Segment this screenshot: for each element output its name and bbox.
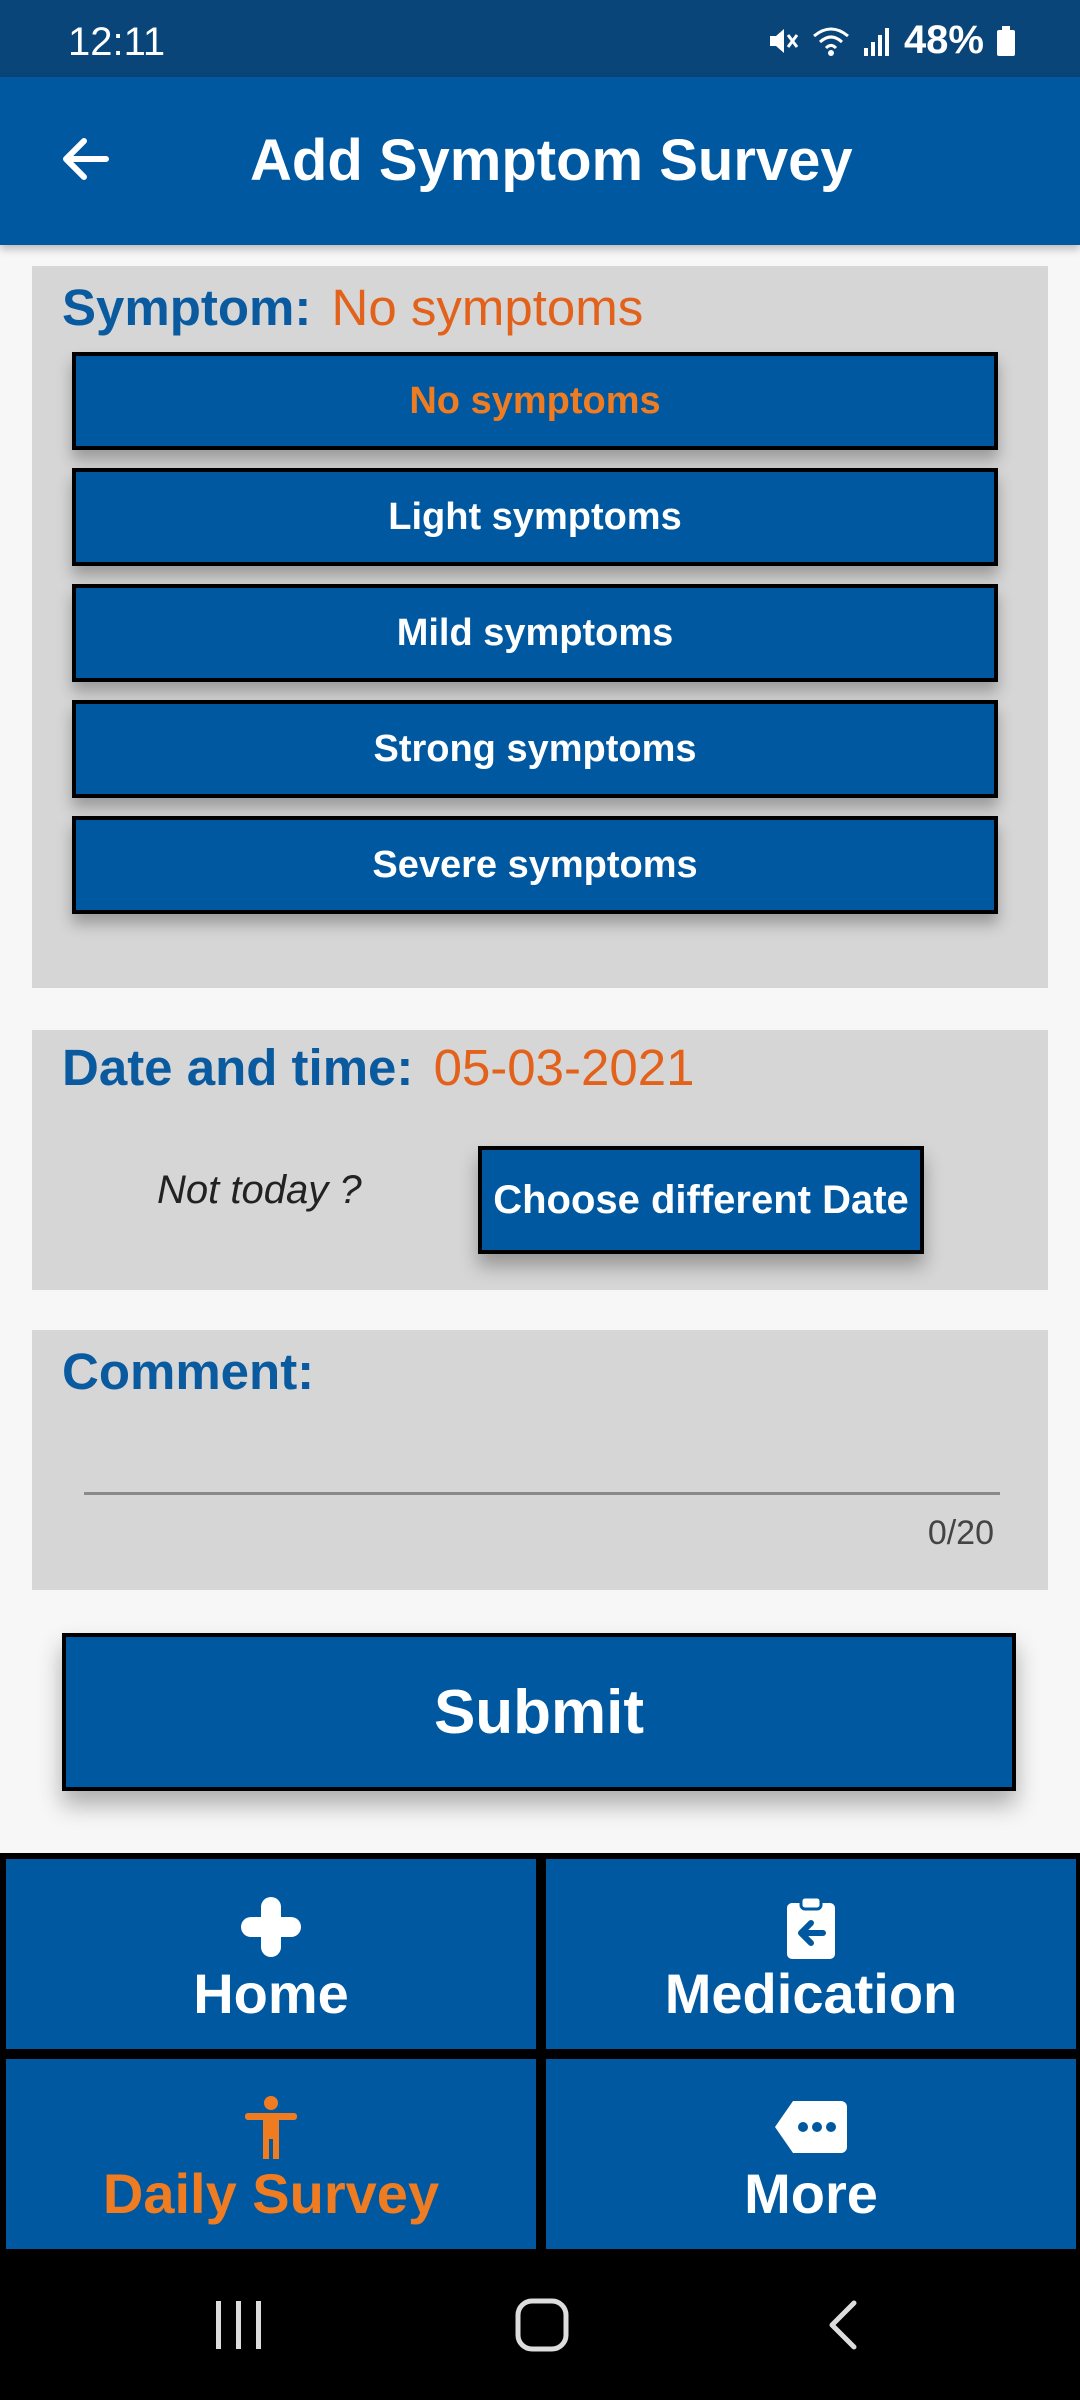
symptom-label: Symptom: [62, 279, 312, 336]
tab-more-label: More [744, 2162, 878, 2225]
battery-icon [996, 24, 1016, 58]
tab-daily-survey[interactable]: Daily Survey [6, 2059, 536, 2249]
page-title: Add Symptom Survey [250, 128, 853, 193]
choose-date-button[interactable]: Choose different Date [478, 1146, 924, 1254]
comment-label: Comment: [62, 1343, 315, 1400]
option-mild-symptoms[interactable]: Mild symptoms [72, 584, 998, 682]
recent-apps-icon[interactable] [212, 2297, 266, 2358]
cross-icon [6, 1895, 536, 1959]
person-icon [6, 2095, 536, 2159]
tab-home[interactable]: Home [6, 1859, 536, 2049]
tab-daily-survey-label: Daily Survey [102, 2162, 440, 2225]
bottom-tab-bar: Home Medication Daily Survey More [0, 1853, 1080, 2249]
app-bar: Add Symptom Survey [0, 77, 1080, 245]
selected-symptom: No symptoms [331, 279, 644, 336]
back-nav-icon[interactable] [824, 2297, 864, 2358]
home-icon[interactable] [514, 2297, 570, 2358]
system-nav-bar [0, 2249, 1080, 2400]
status-bar: 12:11 48% [0, 0, 1080, 77]
mute-icon [766, 24, 800, 58]
date-heading: Date and time: 05-03-2021 [62, 1038, 694, 1097]
submit-button[interactable]: Submit [62, 1633, 1016, 1791]
comment-counter: 0/20 [927, 1514, 994, 1552]
battery-percent: 48% [903, 18, 984, 62]
comment-card: Comment: 0/20 [32, 1330, 1048, 1590]
date-value: 05-03-2021 [433, 1039, 695, 1096]
not-today-prompt: Not today ? [157, 1168, 362, 1212]
option-light-symptoms[interactable]: Light symptoms [72, 468, 998, 566]
date-card: Date and time: 05-03-2021 Not today ? Ch… [32, 1030, 1048, 1290]
more-tag-icon [546, 2095, 1076, 2159]
option-strong-symptoms[interactable]: Strong symptoms [72, 700, 998, 798]
tab-more[interactable]: More [546, 2059, 1076, 2249]
option-severe-symptoms[interactable]: Severe symptoms [72, 816, 998, 914]
tab-home-label: Home [193, 1962, 349, 2025]
clipboard-arrow-icon [546, 1895, 1076, 1959]
symptom-heading: Symptom: No symptoms [62, 278, 643, 337]
signal-icon [862, 24, 892, 58]
option-no-symptoms[interactable]: No symptoms [72, 352, 998, 450]
tab-medication-label: Medication [664, 1962, 958, 2025]
tab-medication[interactable]: Medication [546, 1859, 1076, 2049]
status-time: 12:11 [68, 20, 166, 64]
status-icons: 48% [766, 18, 1016, 63]
wifi-icon [812, 24, 850, 58]
back-arrow-icon[interactable] [54, 127, 118, 191]
comment-input[interactable] [84, 1416, 1000, 1495]
symptom-card: Symptom: No symptoms No symptoms Light s… [32, 266, 1048, 988]
date-label: Date and time: [62, 1039, 414, 1096]
